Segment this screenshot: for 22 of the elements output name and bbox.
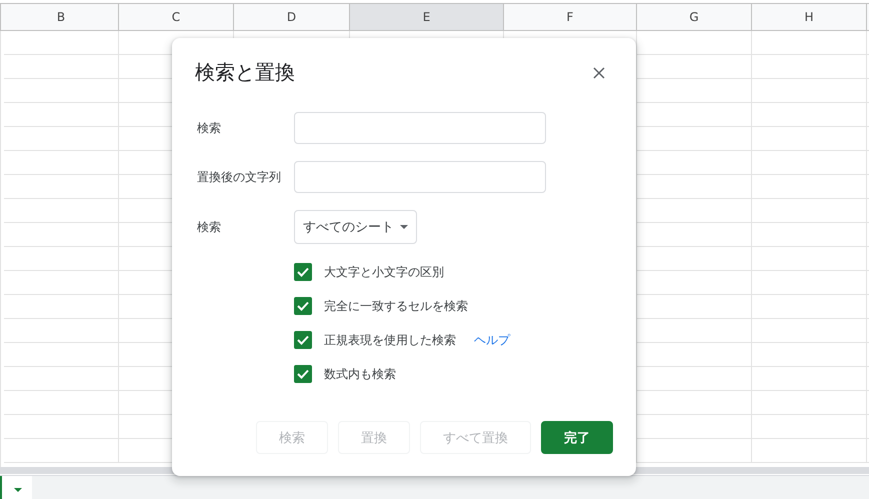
done-button[interactable]: 完了 xyxy=(541,421,613,454)
text-field[interactable] xyxy=(294,161,546,193)
field-label: 置換後の文字列 xyxy=(197,168,282,186)
checkbox-label: 完全に一致するセルを検索 xyxy=(324,298,468,314)
sheet-tab[interactable] xyxy=(0,476,32,499)
caret-icon xyxy=(14,488,22,492)
scope-dropdown[interactable]: すべてのシート xyxy=(294,210,417,244)
dialog-title: 検索と置換 xyxy=(195,59,295,86)
checkbox-label: 大文字と小文字の区別 xyxy=(324,264,444,280)
field-label: 検索 xyxy=(197,218,222,236)
checkbox[interactable] xyxy=(294,365,312,383)
text-field[interactable] xyxy=(294,112,546,144)
column-header[interactable]: E xyxy=(350,4,504,30)
help-link[interactable]: ヘルプ xyxy=(474,332,510,348)
checkbox[interactable] xyxy=(294,263,312,281)
field-label: 検索 xyxy=(197,120,222,136)
checkbox[interactable] xyxy=(294,331,312,349)
caret-icon xyxy=(400,225,408,229)
checkbox[interactable] xyxy=(294,297,312,315)
checkbox-label: 正規表現を使用した検索 xyxy=(324,332,456,348)
close-icon xyxy=(593,66,605,78)
checkbox-label: 数式内も検索 xyxy=(324,366,396,382)
